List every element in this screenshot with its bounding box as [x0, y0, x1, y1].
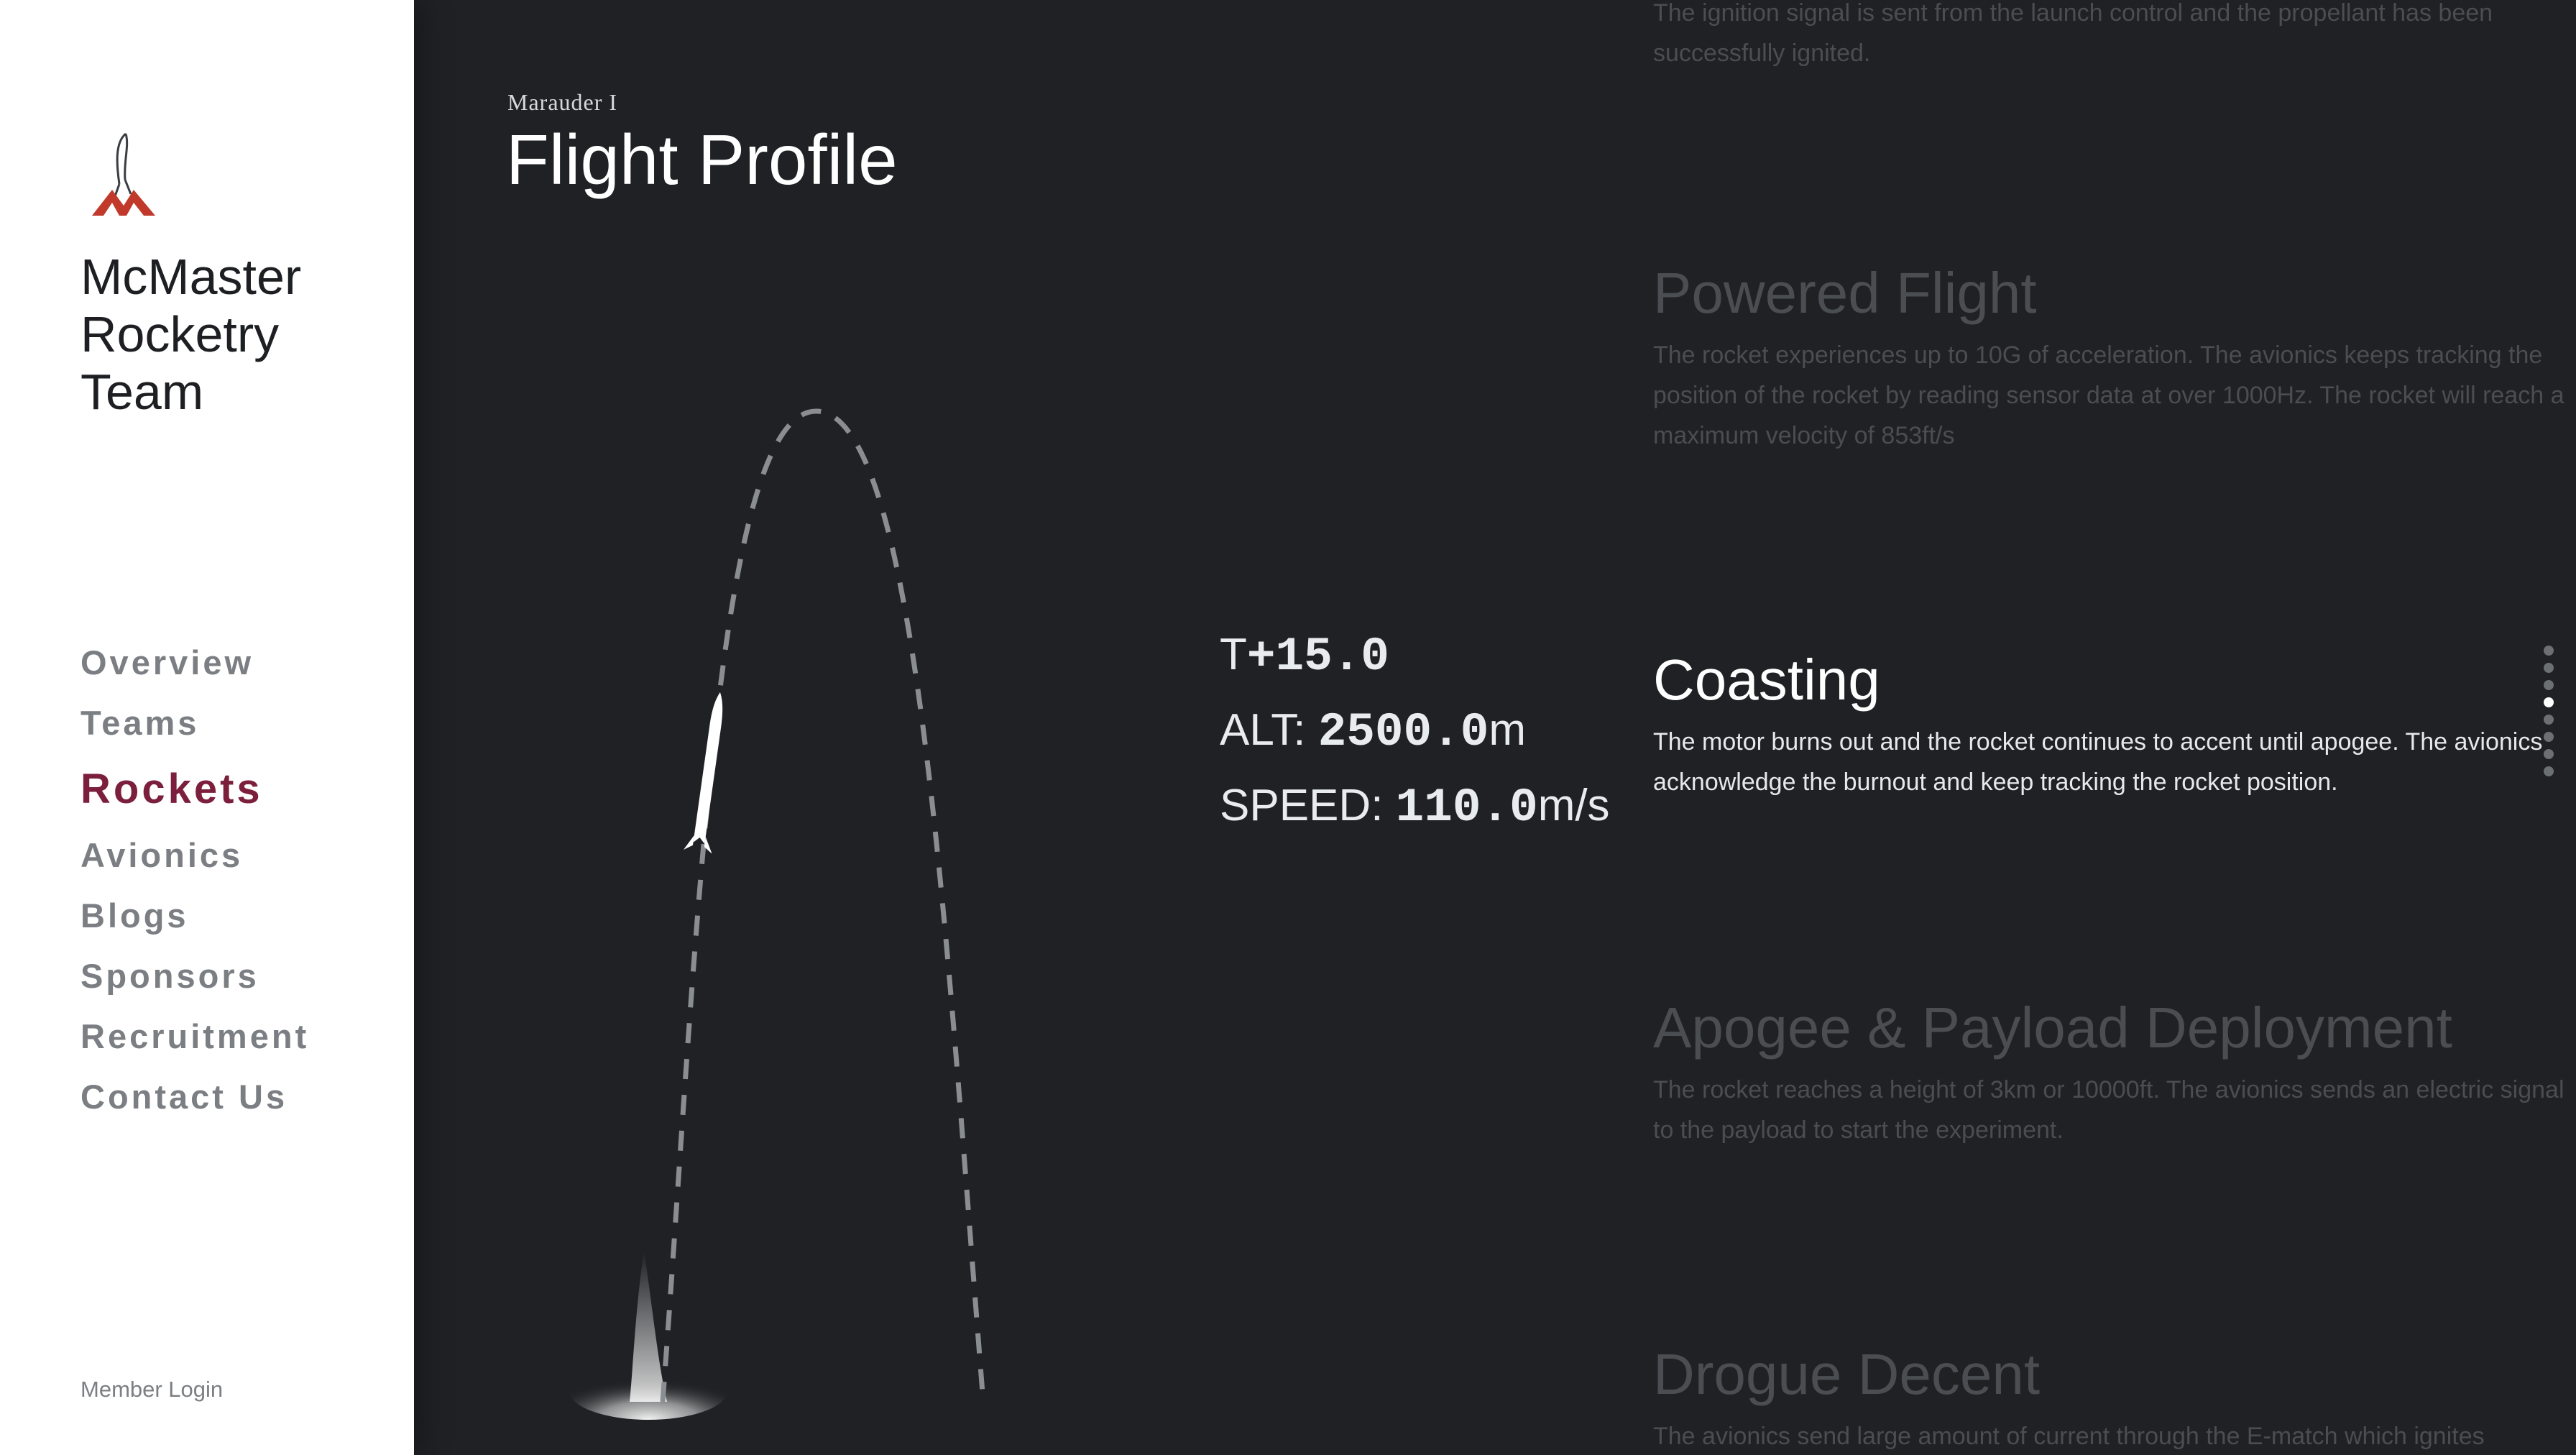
speed-readout: SPEED: 110.0m/s: [1220, 769, 1610, 845]
phase-title: Coasting: [1653, 648, 1880, 712]
trajectory-path: [660, 408, 986, 1403]
team-name[interactable]: McMaster Rocketry Team: [80, 248, 382, 421]
nav-item-sponsors[interactable]: Sponsors: [80, 946, 309, 1006]
phase-description: The ignition signal is sent from the lau…: [1653, 0, 2493, 67]
phase-title: Apogee & Payload Deployment: [1653, 996, 2452, 1060]
speed-label: SPEED:: [1220, 781, 1396, 830]
altitude-label: ALT:: [1220, 705, 1318, 755]
phase-description: The rocket experiences up to 10G of acce…: [1653, 341, 2564, 449]
time-label: T: [1220, 630, 1247, 679]
nav-item-blogs[interactable]: Blogs: [80, 886, 309, 946]
pagination-dot[interactable]: [2544, 732, 2554, 742]
altitude-value: 2500.0: [1317, 705, 1489, 759]
phase-coasting: Coasting The motor burns out and the roc…: [1653, 647, 2576, 802]
pagination-dot[interactable]: [2544, 697, 2554, 707]
page: McMaster Rocketry Team Overview Teams Ro…: [0, 0, 2576, 1455]
member-login-link[interactable]: Member Login: [80, 1377, 223, 1403]
nav-item-rockets[interactable]: Rockets: [80, 753, 309, 825]
phase-description: The avionics send large amount of curren…: [1653, 1423, 2485, 1450]
speed-value: 110.0: [1395, 781, 1538, 835]
phase-title: Powered Flight: [1653, 261, 2037, 325]
exhaust-plume: [569, 1251, 727, 1420]
phase-description: The rocket reaches a height of 3km or 10…: [1653, 1076, 2564, 1144]
phase-title: Drogue Decent: [1653, 1342, 2041, 1406]
pagination-dot[interactable]: [2544, 663, 2554, 673]
pagination-dot[interactable]: [2544, 766, 2554, 776]
phase-description: The motor burns out and the rocket conti…: [1653, 728, 2543, 796]
pagination-dot[interactable]: [2544, 715, 2554, 725]
altitude-readout: ALT: 2500.0m: [1220, 694, 1610, 769]
speed-unit: m/s: [1537, 781, 1610, 830]
sidebar: McMaster Rocketry Team Overview Teams Ro…: [0, 0, 414, 1455]
phase-drogue-decent: Drogue Decent The avionics send large am…: [1653, 1341, 2576, 1455]
team-logo-icon[interactable]: [86, 128, 165, 221]
main-content: Marauder I Flight Profile T+15.0 ALT: 25…: [414, 0, 2576, 1455]
telemetry-readout: T+15.0 ALT: 2500.0m SPEED: 110.0m/s: [1220, 618, 1610, 845]
nav-item-recruitment[interactable]: Recruitment: [80, 1006, 309, 1067]
phase-pagination-dots: [2542, 646, 2556, 784]
time-value: +15.0: [1246, 630, 1389, 684]
nav-item-avionics[interactable]: Avionics: [80, 825, 309, 886]
nav-item-contact-us[interactable]: Contact Us: [80, 1067, 309, 1127]
pagination-dot[interactable]: [2544, 646, 2554, 656]
phase-ignition: The ignition signal is sent from the lau…: [1653, 0, 2576, 73]
phase-apogee: Apogee & Payload Deployment The rocket r…: [1653, 995, 2576, 1150]
altitude-unit: m: [1489, 705, 1526, 755]
flight-phases: The ignition signal is sent from the lau…: [1653, 0, 2576, 1455]
time-readout: T+15.0: [1220, 618, 1610, 694]
nav-item-teams[interactable]: Teams: [80, 693, 309, 753]
pagination-dot[interactable]: [2544, 749, 2554, 759]
pagination-dot[interactable]: [2544, 680, 2554, 690]
rocket-icon: [683, 692, 723, 854]
main-nav: Overview Teams Rockets Avionics Blogs Sp…: [80, 633, 309, 1127]
nav-item-overview[interactable]: Overview: [80, 633, 309, 693]
phase-powered-flight: Powered Flight The rocket experiences up…: [1653, 260, 2576, 456]
